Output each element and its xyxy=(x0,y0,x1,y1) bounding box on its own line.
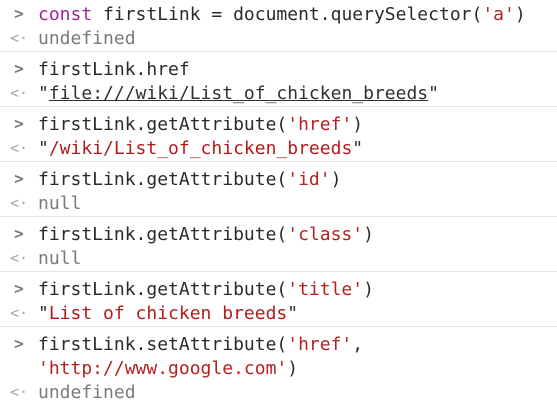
console-entry: > firstLink.href <· "file:///wiki/List_o… xyxy=(0,52,557,107)
console-output-line: <· undefined xyxy=(0,27,557,51)
console-input-line[interactable]: > firstLink.getAttribute('title') xyxy=(0,278,557,302)
return-arrow-icon: <· xyxy=(9,304,29,322)
console-output-line: <· null xyxy=(0,192,557,216)
chevron-right-icon: > xyxy=(14,169,24,188)
console-entry: > firstLink.setAttribute('href', 'http:/… xyxy=(0,327,557,405)
console-input-line[interactable]: > firstLink.setAttribute('href', xyxy=(0,333,557,357)
console-input-line[interactable]: > firstLink.href xyxy=(0,58,557,82)
chevron-right-icon: > xyxy=(14,334,24,353)
console-output-line: <· "List of chicken breeds" xyxy=(0,302,557,326)
output-link[interactable]: file:///wiki/List_of_chicken_breeds xyxy=(49,83,428,104)
console-output-value: "file:///wiki/List_of_chicken_breeds" xyxy=(38,83,439,104)
console-input-text: 'http://www.google.com') xyxy=(38,358,299,379)
return-arrow-icon: <· xyxy=(9,383,29,401)
return-arrow-icon: <· xyxy=(9,84,29,102)
console-entry: > firstLink.getAttribute('id') <· null xyxy=(0,162,557,217)
console-output-line: <· "/wiki/List_of_chicken_breeds" xyxy=(0,137,557,161)
console-output-line: <· null xyxy=(0,247,557,271)
return-arrow-icon: <· xyxy=(9,139,29,157)
console-entry: > firstLink.getAttribute('href') <· "/wi… xyxy=(0,107,557,162)
chevron-right-icon: > xyxy=(14,4,24,23)
chevron-right-icon: > xyxy=(14,114,24,133)
console-entry: > firstLink.getAttribute('title') <· "Li… xyxy=(0,272,557,327)
chevron-right-icon: > xyxy=(14,279,24,298)
chevron-right-icon: > xyxy=(14,224,24,243)
console-input-text: firstLink.getAttribute('id') xyxy=(38,169,342,190)
console-output-line: <· "file:///wiki/List_of_chicken_breeds" xyxy=(0,82,557,106)
console-output-line: <· undefined xyxy=(0,381,557,405)
console-input-text: firstLink.setAttribute('href', xyxy=(38,334,364,355)
console-input-text: firstLink.getAttribute('href') xyxy=(38,114,364,135)
console-output-value: undefined xyxy=(38,382,136,403)
console-input-text: firstLink.getAttribute('class') xyxy=(38,224,374,245)
return-arrow-icon: <· xyxy=(9,249,29,267)
console-output-value: null xyxy=(38,193,82,214)
console-output-value: "/wiki/List_of_chicken_breeds" xyxy=(38,138,364,159)
console-input-line[interactable]: > firstLink.getAttribute('class') xyxy=(0,223,557,247)
console-input-line[interactable]: > firstLink.getAttribute('href') xyxy=(0,113,557,137)
return-arrow-icon: <· xyxy=(9,194,29,212)
chevron-right-icon: > xyxy=(14,59,24,78)
console-output-value: null xyxy=(38,248,82,269)
return-arrow-icon: <· xyxy=(9,29,29,47)
console-output-value: undefined xyxy=(38,28,136,49)
console-entry: > const firstLink = document.querySelect… xyxy=(0,0,557,52)
console-input-text: const firstLink = document.querySelector… xyxy=(38,4,526,25)
console-input-line[interactable]: > const firstLink = document.querySelect… xyxy=(0,3,557,27)
console-output-value: "List of chicken breeds" xyxy=(38,303,299,324)
console-entry: > firstLink.getAttribute('class') <· nul… xyxy=(0,217,557,272)
console-panel: > const firstLink = document.querySelect… xyxy=(0,0,557,405)
console-input-text: firstLink.getAttribute('title') xyxy=(38,279,374,300)
console-input-continuation[interactable]: 'http://www.google.com') xyxy=(0,357,557,381)
console-input-line[interactable]: > firstLink.getAttribute('id') xyxy=(0,168,557,192)
console-input-text: firstLink.href xyxy=(38,59,190,80)
